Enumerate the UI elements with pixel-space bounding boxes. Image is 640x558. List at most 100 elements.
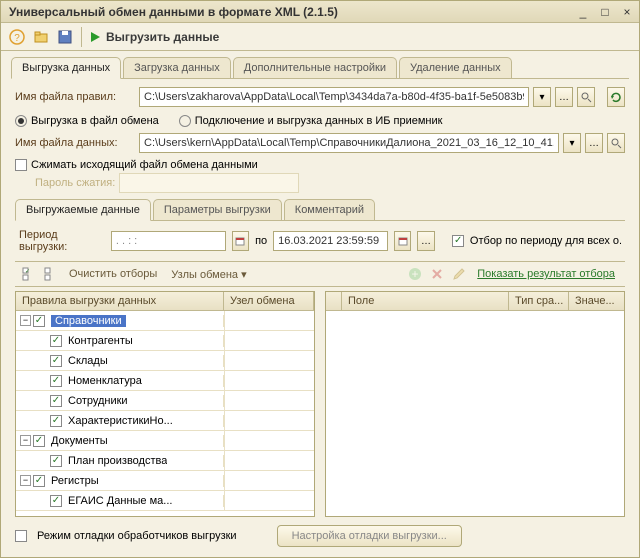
- tree-body[interactable]: − Справочники Контрагенты Склады Номенкла…: [16, 311, 314, 516]
- export-rules-grid: Правила выгрузки данных Узел обмена − Спр…: [15, 291, 315, 517]
- period-to-calendar[interactable]: [394, 231, 411, 251]
- main-tabs: Выгрузка данных Загрузка данных Дополнит…: [11, 57, 629, 79]
- data-file-label: Имя файла данных:: [15, 137, 135, 149]
- period-to-input[interactable]: 16.03.2021 23:59:59: [273, 231, 388, 251]
- expander-icon[interactable]: −: [20, 315, 31, 326]
- clear-filters-link[interactable]: Очистить отборы: [63, 266, 163, 282]
- tree-item-spravochniki[interactable]: Справочники: [51, 315, 126, 327]
- tree-item-nomenklatura[interactable]: Номенклатура: [64, 375, 142, 387]
- svg-text:+: +: [412, 267, 419, 281]
- search-icon: [610, 137, 622, 149]
- tab-import[interactable]: Загрузка данных: [123, 57, 231, 78]
- data-file-dropdown[interactable]: ▾: [563, 133, 581, 153]
- radio-icon: [179, 115, 191, 127]
- refresh-icon: [610, 91, 622, 103]
- tree-item-sklady[interactable]: Склады: [64, 355, 108, 367]
- rules-file-dropdown[interactable]: ▾: [533, 87, 551, 107]
- run-button[interactable]: Выгрузить данные: [88, 30, 219, 44]
- tree-checkbox[interactable]: [50, 355, 62, 367]
- period-choose[interactable]: …: [417, 231, 434, 251]
- help-icon[interactable]: ?: [7, 27, 27, 47]
- period-from-calendar[interactable]: [232, 231, 249, 251]
- tree-check-icon[interactable]: ✓: [19, 264, 39, 284]
- tree-checkbox[interactable]: [33, 435, 45, 447]
- compress-checkbox[interactable]: [15, 159, 27, 171]
- tab-export[interactable]: Выгрузка данных: [11, 57, 121, 79]
- col-field[interactable]: Поле: [342, 292, 509, 310]
- debug-checkbox[interactable]: [15, 530, 27, 542]
- tree-item-egais[interactable]: ЕГАИС Данные ма...: [64, 495, 172, 507]
- close-button[interactable]: ×: [619, 5, 635, 19]
- expander-icon[interactable]: −: [20, 435, 31, 446]
- tree-item-kharakteristiki[interactable]: ХарактеристикиНо...: [64, 415, 173, 427]
- data-file-input[interactable]: [139, 133, 559, 153]
- col-rules[interactable]: Правила выгрузки данных: [16, 292, 224, 310]
- compress-label: Сжимать исходящий файл обмена данными: [31, 159, 258, 171]
- show-result-link[interactable]: Показать результат отбора: [471, 266, 621, 282]
- filter-body[interactable]: [326, 311, 624, 516]
- tree-checkbox[interactable]: [50, 335, 62, 347]
- col-value[interactable]: Значе...: [569, 292, 624, 310]
- svg-text:✓: ✓: [25, 269, 30, 275]
- debug-settings-button[interactable]: Настройка отладки выгрузки...: [277, 525, 462, 547]
- compress-pwd-input: [119, 173, 299, 193]
- period-filter-checkbox[interactable]: [452, 235, 464, 247]
- tree-checkbox[interactable]: [50, 395, 62, 407]
- tree-checkbox[interactable]: [50, 375, 62, 387]
- tree-item-sotrudniki[interactable]: Сотрудники: [64, 395, 128, 407]
- tree-item-kontragenty[interactable]: Контрагенты: [64, 335, 133, 347]
- tree-checkbox[interactable]: [33, 475, 45, 487]
- compress-pwd-label: Пароль сжатия:: [35, 177, 115, 189]
- subtab-params[interactable]: Параметры выгрузки: [153, 199, 282, 220]
- tree-item-dokumenty[interactable]: Документы: [47, 435, 108, 447]
- data-file-open[interactable]: [607, 133, 625, 153]
- period-filter-label: Отбор по периоду для всех о...: [470, 235, 621, 247]
- col-node[interactable]: Узел обмена: [224, 292, 314, 310]
- titlebar: Универсальный обмен данными в формате XM…: [1, 1, 639, 23]
- svg-text:?: ?: [14, 33, 20, 44]
- main-toolbar: ? Выгрузить данные: [1, 23, 639, 51]
- radio-icon: [15, 115, 27, 127]
- tree-item-registry[interactable]: Регистры: [47, 475, 99, 487]
- save-icon[interactable]: [55, 27, 75, 47]
- edit-filter-icon[interactable]: [449, 264, 469, 284]
- folder-icon[interactable]: [31, 27, 51, 47]
- rules-file-open[interactable]: [577, 87, 595, 107]
- subtab-data[interactable]: Выгружаемые данные: [15, 199, 151, 221]
- calendar-icon: [235, 236, 245, 246]
- data-file-browse[interactable]: …: [585, 133, 603, 153]
- col-flag[interactable]: [326, 292, 342, 310]
- add-filter-icon[interactable]: +: [405, 264, 425, 284]
- rules-file-input[interactable]: [139, 87, 529, 107]
- minimize-button[interactable]: _: [575, 5, 591, 19]
- rules-file-browse[interactable]: …: [555, 87, 573, 107]
- expander-icon[interactable]: −: [20, 475, 31, 486]
- tree-uncheck-icon[interactable]: [41, 264, 61, 284]
- tree-item-plan-proizvodstva[interactable]: План производства: [64, 455, 167, 467]
- window-title: Универсальный обмен данными в формате XM…: [5, 5, 575, 19]
- subtab-comment[interactable]: Комментарий: [284, 199, 375, 220]
- tree-checkbox[interactable]: [50, 455, 62, 467]
- tab-delete[interactable]: Удаление данных: [399, 57, 512, 78]
- rules-file-reload[interactable]: [607, 87, 625, 107]
- tree-checkbox[interactable]: [33, 315, 45, 327]
- tree-checkbox[interactable]: [50, 415, 62, 427]
- maximize-button[interactable]: □: [597, 5, 613, 19]
- play-icon: [88, 30, 102, 44]
- col-type[interactable]: Тип сра...: [509, 292, 569, 310]
- period-from-input[interactable]: . . : :: [111, 231, 226, 251]
- radio-file-export[interactable]: Выгрузка в файл обмена: [15, 115, 159, 127]
- period-label: Период выгрузки:: [19, 229, 105, 253]
- sub-tabs: Выгружаемые данные Параметры выгрузки Ко…: [15, 199, 625, 221]
- tab-settings[interactable]: Дополнительные настройки: [233, 57, 397, 78]
- nodes-link[interactable]: Узлы обмена ▾: [165, 266, 252, 283]
- calendar-icon: [398, 236, 408, 246]
- search-icon: [580, 91, 592, 103]
- remove-filter-icon[interactable]: [427, 264, 447, 284]
- period-to-label: по: [255, 235, 267, 247]
- rules-file-label: Имя файла правил:: [15, 91, 135, 103]
- tree-checkbox[interactable]: [50, 495, 62, 507]
- filter-grid: Поле Тип сра... Значе...: [325, 291, 625, 517]
- radio-direct-connect[interactable]: Подключение и выгрузка данных в ИБ прием…: [179, 115, 443, 127]
- debug-label: Режим отладки обработчиков выгрузки: [37, 530, 237, 542]
